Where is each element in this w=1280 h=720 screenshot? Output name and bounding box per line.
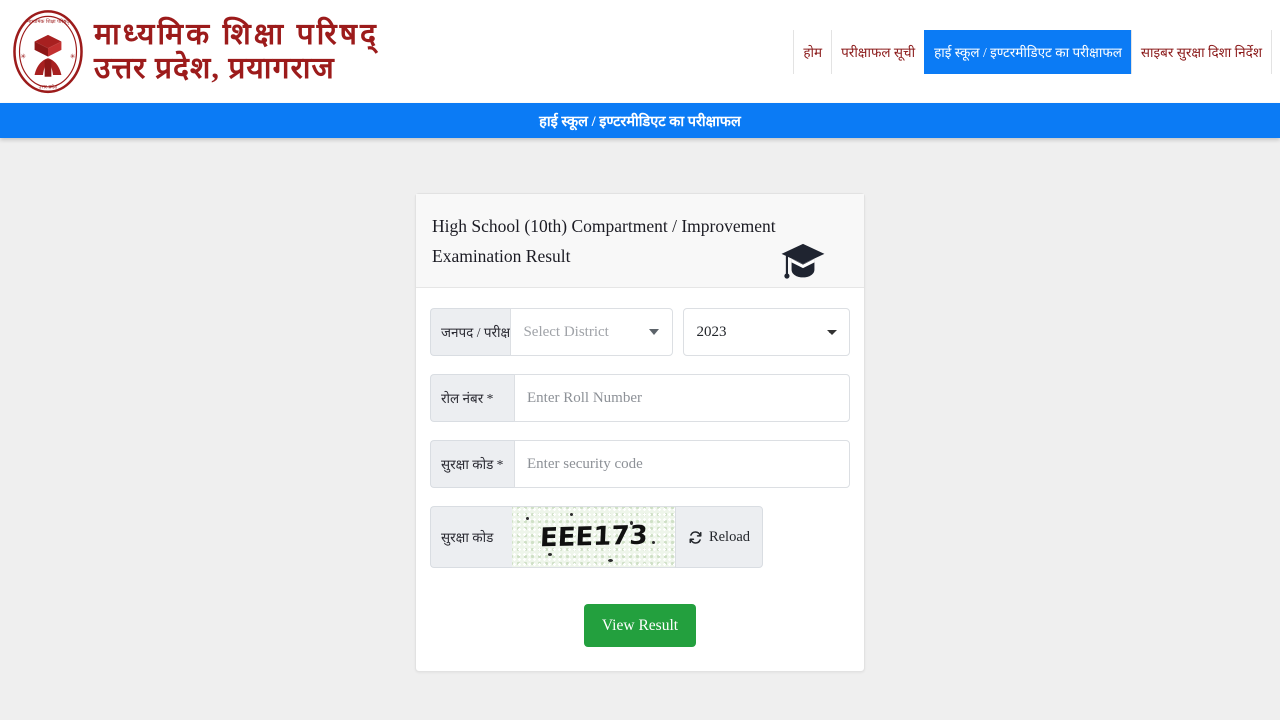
nav-item-cyber-security-guidelines[interactable]: साइबर सुरक्षा दिशा निर्देश [1130,29,1272,74]
year-select[interactable]: 2023 [683,308,850,357]
nav-item-home[interactable]: होम [793,29,831,74]
brand-line-1: माध्यमिक शिक्षा परिषद् [94,18,379,51]
roll-number-label: रोल नंबर * [430,374,514,423]
card-header: High School (10th) Compartment / Improve… [416,194,864,289]
graduation-cap-icon [781,244,825,279]
reload-captcha-button[interactable]: Reload [675,506,763,569]
roll-number-input[interactable] [514,374,850,423]
security-code-row: सुरक्षा कोड * [430,440,850,489]
main-nav: होम परीक्षाफल सूची हाई स्कूल / इण्टरमीडि… [793,29,1280,74]
page-banner-title: हाई स्कूल / इण्टरमीडिएट का परीक्षाफल [539,113,741,130]
card-body: जनपद / परीक्षा Select District 2023 रोल … [416,288,864,671]
captcha-row: सुरक्षा कोड EEE173 Reload [430,506,850,569]
reload-label: Reload [708,528,751,545]
svg-text:✳: ✳ [70,52,76,60]
captcha-label: सुरक्षा कोड [430,506,512,569]
security-code-input[interactable] [514,440,850,489]
result-card: High School (10th) Compartment / Improve… [415,193,865,673]
view-result-button[interactable]: View Result [583,604,697,648]
up-board-emblem-icon: माध्यमिक शिक्षा परिषद् उत्तर प्रदेश ✳ ✳ [13,9,83,93]
page-banner: हाई स्कूल / इण्टरमीडिएट का परीक्षाफल [0,103,1280,138]
district-label: जनपद / परीक्षा [430,308,511,357]
site-header: माध्यमिक शिक्षा परिषद् उत्तर प्रदेश ✳ ✳ … [0,0,1280,103]
svg-text:✳: ✳ [20,52,26,60]
district-year-row: जनपद / परीक्षा Select District 2023 [430,308,850,357]
page-body: High School (10th) Compartment / Improve… [0,138,1280,720]
brand-text: माध्यमिक शिक्षा परिषद् उत्तर प्रदेश, प्र… [94,19,379,84]
refresh-icon [689,531,702,544]
district-select-value: Select District [523,323,609,340]
brand: माध्यमिक शिक्षा परिषद् उत्तर प्रदेश ✳ ✳ … [0,8,379,96]
submit-row: View Result [430,604,850,648]
card-title: High School (10th) Compartment / Improve… [432,216,776,267]
captcha-image: EEE173 [512,506,675,569]
security-code-label: सुरक्षा कोड * [430,440,514,489]
captcha-text: EEE173 [538,520,649,554]
brand-line-2: उत्तर प्रदेश, प्रयागराज [94,51,335,85]
svg-text:माध्यमिक शिक्षा परिषद्: माध्यमिक शिक्षा परिषद् [27,18,69,25]
nav-item-highschool-intermediate-result[interactable]: हाई स्कूल / इण्टरमीडिएट का परीक्षाफल [924,29,1131,74]
nav-item-result-list[interactable]: परीक्षाफल सूची [831,29,924,74]
svg-text:उत्तर प्रदेश: उत्तर प्रदेश [39,83,58,90]
chevron-down-icon [649,329,660,336]
district-select[interactable]: Select District [510,308,674,357]
roll-number-row: रोल नंबर * [430,374,850,423]
